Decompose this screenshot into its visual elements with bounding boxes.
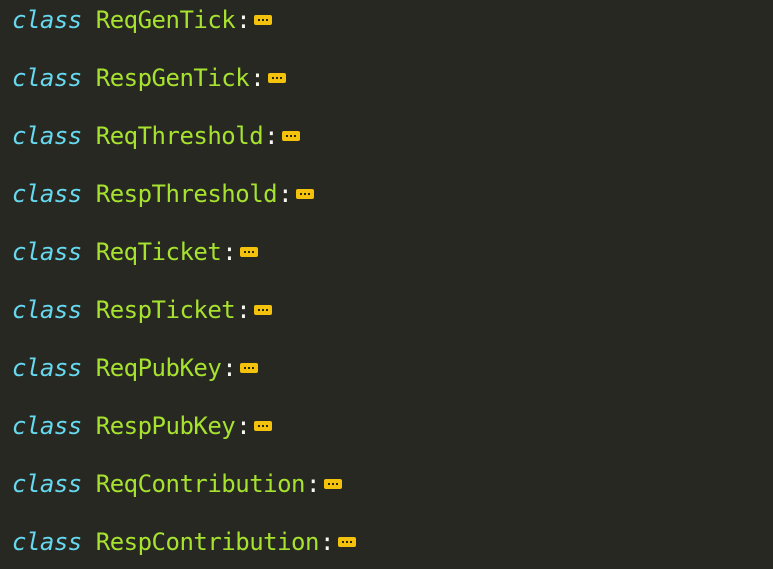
colon: : xyxy=(319,528,334,556)
colon: : xyxy=(264,122,279,150)
ellipsis-fold-icon[interactable] xyxy=(282,131,301,141)
ellipsis-fold-icon[interactable] xyxy=(254,305,273,315)
code-line-0: class ReqGenTick: xyxy=(12,4,273,36)
class-name: RespTicket xyxy=(95,296,236,324)
class-keyword: class xyxy=(12,6,82,34)
ellipsis-fold-icon[interactable] xyxy=(240,363,259,373)
ellipsis-fold-icon[interactable] xyxy=(323,479,342,489)
colon: : xyxy=(236,296,251,324)
class-keyword: class xyxy=(12,354,82,382)
code-line-6: class ReqPubKey: xyxy=(12,352,259,384)
class-keyword: class xyxy=(12,180,82,208)
colon: : xyxy=(306,470,320,498)
class-keyword: class xyxy=(12,122,82,150)
colon: : xyxy=(222,354,237,382)
ellipsis-fold-icon[interactable] xyxy=(240,247,259,257)
code-line-8: class ReqContribution: xyxy=(12,468,342,500)
class-keyword: class xyxy=(12,64,82,92)
ellipsis-fold-icon[interactable] xyxy=(296,189,315,199)
code-line-9: class RespContribution: xyxy=(12,526,356,558)
class-keyword: class xyxy=(12,528,82,556)
ellipsis-fold-icon[interactable] xyxy=(268,73,287,83)
class-name: ReqGenTick xyxy=(95,6,236,34)
class-keyword: class xyxy=(12,470,82,498)
code-line-4: class ReqTicket: xyxy=(12,236,259,268)
code-editor[interactable]: class ReqGenTick: class RespGenTick: class… xyxy=(0,0,773,569)
class-name: ReqThreshold xyxy=(95,122,264,150)
code-line-2: class ReqThreshold: xyxy=(12,120,301,152)
colon: : xyxy=(278,180,293,208)
colon: : xyxy=(250,64,265,92)
code-line-3: class RespThreshold: xyxy=(12,178,315,210)
class-name: ReqContribution xyxy=(95,470,306,498)
colon: : xyxy=(236,412,251,440)
class-name: RespGenTick xyxy=(95,64,250,92)
code-line-7: class RespPubKey: xyxy=(12,410,273,442)
class-keyword: class xyxy=(12,412,82,440)
ellipsis-fold-icon[interactable] xyxy=(337,537,356,547)
code-line-5: class RespTicket: xyxy=(12,294,273,326)
class-name: RespThreshold xyxy=(95,180,278,208)
class-name: ReqPubKey xyxy=(95,354,222,382)
code-line-1: class RespGenTick: xyxy=(12,62,287,94)
colon: : xyxy=(222,238,237,266)
class-name: ReqTicket xyxy=(95,238,222,266)
class-keyword: class xyxy=(12,296,82,324)
colon: : xyxy=(236,6,251,34)
class-name: RespPubKey xyxy=(95,412,236,440)
class-name: RespContribution xyxy=(95,528,320,556)
class-keyword: class xyxy=(12,238,82,266)
ellipsis-fold-icon[interactable] xyxy=(254,15,273,25)
ellipsis-fold-icon[interactable] xyxy=(254,421,273,431)
